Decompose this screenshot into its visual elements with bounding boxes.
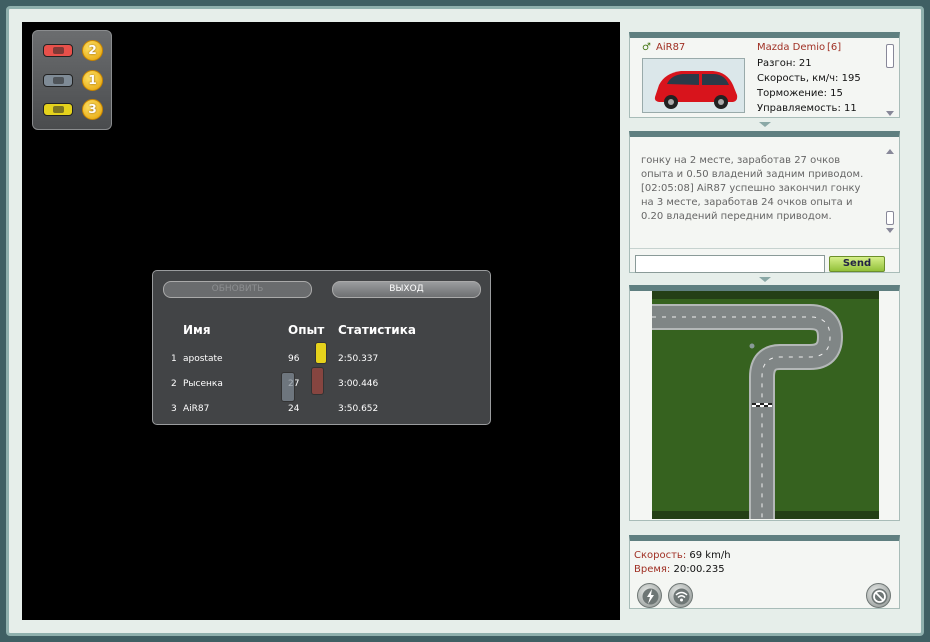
game-viewport[interactable]: 2 1 3 ОБНОВИТЬ ВЫХОД Имя Опыт Статистика… xyxy=(22,22,620,620)
player-name[interactable]: AiR87 xyxy=(656,42,685,53)
stat-speed: Скорость, км/ч: 195 xyxy=(757,73,861,84)
lightning-icon xyxy=(642,588,659,605)
car-info-scrollbar[interactable] xyxy=(885,42,895,116)
time-readout: Время: 20:00.235 xyxy=(634,564,725,575)
car-level: [6] xyxy=(827,42,842,53)
chat-line: на 3 месте, заработав 24 очков опыта и xyxy=(641,197,853,208)
position-row: 2 xyxy=(41,40,111,62)
car-icon xyxy=(43,74,73,87)
exit-button[interactable]: ВЫХОД xyxy=(332,281,481,298)
race-time: 2:50.337 xyxy=(338,354,379,364)
refresh-button[interactable]: ОБНОВИТЬ xyxy=(163,281,312,298)
chat-log: гонку на 2 месте, заработав 27 очков опы… xyxy=(641,154,873,224)
scroll-down-icon[interactable] xyxy=(886,111,894,116)
speed-readout: Скорость: 69 km/h xyxy=(634,550,731,561)
race-positions-panel: 2 1 3 xyxy=(32,30,112,130)
scroll-down-icon[interactable] xyxy=(886,228,894,233)
chat-scrollbar[interactable] xyxy=(885,149,895,235)
position-row: 3 xyxy=(41,99,111,121)
scroll-up-icon[interactable] xyxy=(886,149,894,154)
chat-line: [02:05:08] AiR87 успешно закончил гонку xyxy=(641,183,861,194)
header-name: Имя xyxy=(183,323,211,337)
race-time: 3:00.446 xyxy=(338,379,379,389)
time-value: 20:00.235 xyxy=(673,564,725,575)
grey-car-sprite xyxy=(281,372,295,402)
lightning-button[interactable] xyxy=(637,583,662,608)
scroll-thumb[interactable] xyxy=(886,44,894,68)
chat-panel: гонку на 2 месте, заработав 27 очков опы… xyxy=(629,131,900,273)
quit-race-button[interactable] xyxy=(866,583,891,608)
speed-label: Скорость: xyxy=(634,550,687,561)
time-label: Время: xyxy=(634,564,671,575)
minimap-panel xyxy=(629,285,900,521)
car-icon xyxy=(43,103,73,116)
race-time: 3:50.652 xyxy=(338,404,379,414)
stat-braking: Торможение: 15 xyxy=(757,88,843,99)
divider xyxy=(630,248,899,249)
player-name: Рысенка xyxy=(183,379,223,389)
signal-icon xyxy=(673,588,690,605)
chat-input[interactable] xyxy=(635,255,825,273)
panel-connector-icon xyxy=(759,122,771,127)
panel-connector-icon xyxy=(759,277,771,282)
rank: 3 xyxy=(171,404,177,414)
position-row: 1 xyxy=(41,70,111,92)
rank: 1 xyxy=(171,354,177,364)
send-button[interactable]: Send xyxy=(829,256,885,272)
player-name: AiR87 xyxy=(183,404,210,414)
scroll-thumb[interactable] xyxy=(886,211,894,225)
exp-value: 24 xyxy=(288,404,300,414)
results-row: 3 AiR87 24 3:50.652 xyxy=(153,404,492,418)
yellow-car-sprite xyxy=(315,342,327,364)
track-minimap xyxy=(652,291,879,519)
male-icon: ♂ xyxy=(642,42,651,53)
player-name: apostate xyxy=(183,354,223,364)
chat-line: опыта и 0.50 владений задним приводом. xyxy=(641,169,864,180)
signal-button[interactable] xyxy=(668,583,693,608)
no-entry-icon xyxy=(871,588,888,605)
car-model: Mazda Demio xyxy=(757,42,826,53)
red-car-sprite xyxy=(311,367,324,395)
rank: 2 xyxy=(171,379,177,389)
stat-acceleration: Разгон: 21 xyxy=(757,58,812,69)
car-icon xyxy=(43,44,73,57)
race-results-dialog: ОБНОВИТЬ ВЫХОД Имя Опыт Статистика 1 apo… xyxy=(152,270,491,425)
stat-handling: Управляемость: 11 xyxy=(757,103,857,114)
chat-line: 0.20 владений передним приводом. xyxy=(641,211,832,222)
place-badge: 1 xyxy=(82,70,103,91)
chat-line: гонку на 2 месте, заработав 27 очков xyxy=(641,155,841,166)
speed-value: 69 km/h xyxy=(689,550,731,561)
car-image xyxy=(642,58,745,113)
header-stats: Статистика xyxy=(338,323,416,337)
place-badge: 3 xyxy=(82,99,103,120)
minimap-scrollbar xyxy=(885,295,895,515)
car-info-panel: ♂ AiR87 Mazda Demio [6] Разгон: 21 Скорос… xyxy=(629,32,900,118)
hud-panel: Скорость: 69 km/h Время: 20:00.235 xyxy=(629,535,900,609)
exp-value: 96 xyxy=(288,354,300,364)
place-badge: 2 xyxy=(82,40,103,61)
header-exp: Опыт xyxy=(288,323,325,337)
